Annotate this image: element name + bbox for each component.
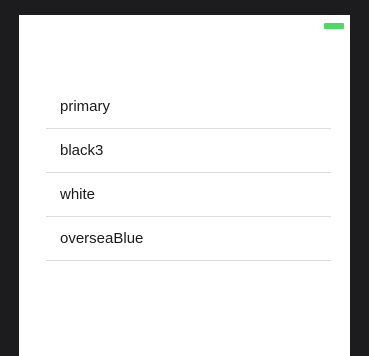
device-frame: primary black3 white overseaBlue [0,0,369,356]
list-item-label: white [60,186,96,203]
list-item[interactable]: black3 [46,129,331,173]
color-list: primary black3 white overseaBlue [46,85,331,261]
list-item[interactable]: primary [46,85,331,129]
list-item-label: primary [60,98,111,115]
app-screen: primary black3 white overseaBlue [19,15,350,356]
battery-icon [324,23,344,29]
list-item[interactable]: white [46,173,331,217]
status-bar [19,15,350,35]
list-item-label: black3 [60,142,104,159]
list-item-label: overseaBlue [60,230,144,247]
list-item[interactable]: overseaBlue [46,217,331,261]
